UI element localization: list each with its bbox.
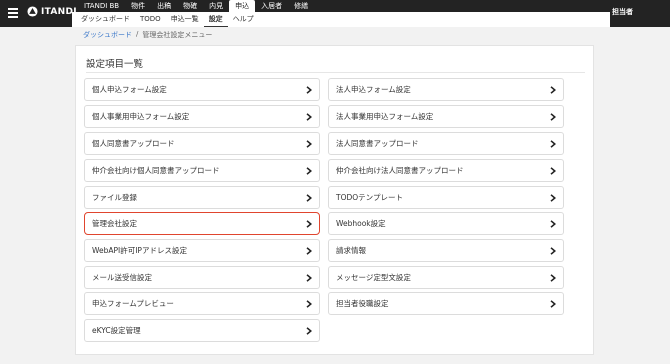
setting-item-label: 法人同意書アップロード xyxy=(336,139,419,148)
setting-item-webapi-ip[interactable]: WebAPI許可IPアドレス設定 xyxy=(84,239,320,262)
breadcrumb-link-dashboard[interactable]: ダッシュボード xyxy=(83,30,132,40)
subnav-item-help[interactable]: ヘルプ xyxy=(228,12,259,27)
setting-item-corporate-consent-upload[interactable]: 法人同意書アップロード xyxy=(328,132,564,155)
setting-item-individual-business-application-form[interactable]: 個人事業用申込フォーム設定 xyxy=(84,105,320,128)
nav-item-itandi-bb[interactable]: ITANDI BB xyxy=(78,0,125,12)
setting-item-broker-corporate-consent-upload[interactable]: 仲介会社向け法人同意書アップロード xyxy=(328,159,564,182)
setting-item-label: 法人事業用申込フォーム設定 xyxy=(336,112,434,121)
setting-item-label: 仲介会社向け個人同意書アップロード xyxy=(92,166,220,175)
chevron-right-icon xyxy=(306,326,312,335)
setting-item-label: 担当者役職設定 xyxy=(336,299,389,308)
setting-item-management-company[interactable]: 管理会社設定 xyxy=(84,212,320,235)
hamburger-icon[interactable] xyxy=(8,8,18,18)
setting-item-label: メール送受信設定 xyxy=(92,273,152,282)
subnav-item-settings[interactable]: 設定 xyxy=(203,12,228,27)
nav-item-shukko[interactable]: 出稿 xyxy=(151,0,177,12)
setting-item-label: 申込フォームプレビュー xyxy=(92,299,174,308)
setting-item-label: TODOテンプレート xyxy=(336,193,403,202)
setting-item-todo-template[interactable]: TODOテンプレート xyxy=(328,186,564,209)
chevron-right-icon xyxy=(550,193,556,202)
setting-item-label: Webhook設定 xyxy=(336,219,386,228)
setting-item-label: 個人事業用申込フォーム設定 xyxy=(92,112,190,121)
subnav-item-application-list[interactable]: 申込一覧 xyxy=(166,12,204,27)
setting-item-individual-application-form[interactable]: 個人申込フォーム設定 xyxy=(84,78,320,101)
setting-item-staff-position[interactable]: 担当者役職設定 xyxy=(328,292,564,315)
chevron-right-icon xyxy=(306,273,312,282)
chevron-right-icon xyxy=(550,166,556,175)
setting-item-label: 管理会社設定 xyxy=(92,219,137,228)
chevron-right-icon xyxy=(306,166,312,175)
nav-item-nyukyosha[interactable]: 入居者 xyxy=(255,0,288,12)
setting-item-file-registration[interactable]: ファイル登録 xyxy=(84,186,320,209)
breadcrumb-separator: / xyxy=(136,30,139,38)
breadcrumb-current: 管理会社設定メニュー xyxy=(142,31,213,39)
chevron-right-icon xyxy=(306,139,312,148)
brand-logo[interactable]: ITANDI xyxy=(27,6,77,17)
setting-item-label: 請求情報 xyxy=(336,246,366,255)
setting-item-webhook[interactable]: Webhook設定 xyxy=(328,212,564,235)
setting-item-mail[interactable]: メール送受信設定 xyxy=(84,266,320,289)
nav-item-bukkaku[interactable]: 物確 xyxy=(177,0,203,12)
top-bar: ITANDI ITANDI BB 物件 出稿 物確 内見 申込 入居者 修繕 ダ… xyxy=(0,0,670,27)
breadcrumb: ダッシュボード / 管理会社設定メニュー xyxy=(83,30,212,40)
chevron-right-icon xyxy=(306,85,312,94)
setting-item-label: eKYC設定管理 xyxy=(92,326,141,335)
chevron-right-icon xyxy=(550,246,556,255)
setting-item-label: WebAPI許可IPアドレス設定 xyxy=(92,246,187,255)
chevron-right-icon xyxy=(550,112,556,121)
itandi-logo-icon xyxy=(27,6,38,17)
setting-item-individual-consent-upload[interactable]: 個人同意書アップロード xyxy=(84,132,320,155)
setting-item-corporate-application-form[interactable]: 法人申込フォーム設定 xyxy=(328,78,564,101)
setting-item-corporate-business-application-form[interactable]: 法人事業用申込フォーム設定 xyxy=(328,105,564,128)
chevron-right-icon xyxy=(306,246,312,255)
nav-item-bukken[interactable]: 物件 xyxy=(125,0,151,12)
subnav-item-todo[interactable]: TODO xyxy=(135,12,166,27)
settings-card: 設定項目一覧 個人申込フォーム設定 個人事業用申込フォーム設定 個人同意書アップ… xyxy=(75,45,594,355)
setting-item-label: 個人同意書アップロード xyxy=(92,139,175,148)
setting-item-label: メッセージ定型文設定 xyxy=(336,273,411,282)
chevron-right-icon xyxy=(306,299,312,308)
user-menu[interactable]: 担当者 xyxy=(612,7,633,17)
setting-item-message-template[interactable]: メッセージ定型文設定 xyxy=(328,266,564,289)
setting-item-billing[interactable]: 請求情報 xyxy=(328,239,564,262)
chevron-right-icon xyxy=(306,219,312,228)
chevron-right-icon xyxy=(306,193,312,202)
chevron-right-icon xyxy=(550,85,556,94)
nav-item-shuzen[interactable]: 修繕 xyxy=(288,0,314,12)
setting-item-broker-individual-consent-upload[interactable]: 仲介会社向け個人同意書アップロード xyxy=(84,159,320,182)
chevron-right-icon xyxy=(550,219,556,228)
setting-item-form-preview[interactable]: 申込フォームプレビュー xyxy=(84,292,320,315)
chevron-right-icon xyxy=(306,112,312,121)
chevron-right-icon xyxy=(550,273,556,282)
setting-item-label: 個人申込フォーム設定 xyxy=(92,85,167,94)
setting-item-label: ファイル登録 xyxy=(92,193,137,202)
subnav-item-dashboard[interactable]: ダッシュボード xyxy=(76,12,135,27)
setting-item-label: 仲介会社向け法人同意書アップロード xyxy=(336,166,464,175)
setting-item-ekyc[interactable]: eKYC設定管理 xyxy=(84,319,320,342)
chevron-right-icon xyxy=(550,139,556,148)
secondary-nav: ダッシュボード TODO 申込一覧 設定 ヘルプ xyxy=(72,12,610,27)
title-divider xyxy=(86,72,585,73)
setting-item-label: 法人申込フォーム設定 xyxy=(336,85,411,94)
nav-item-moushikomi[interactable]: 申込 xyxy=(229,0,256,12)
nav-item-naiken[interactable]: 内見 xyxy=(203,0,229,12)
page-title: 設定項目一覧 xyxy=(86,59,144,70)
primary-nav: ITANDI BB 物件 出稿 物確 内見 申込 入居者 修繕 xyxy=(78,0,314,12)
chevron-right-icon xyxy=(550,299,556,308)
